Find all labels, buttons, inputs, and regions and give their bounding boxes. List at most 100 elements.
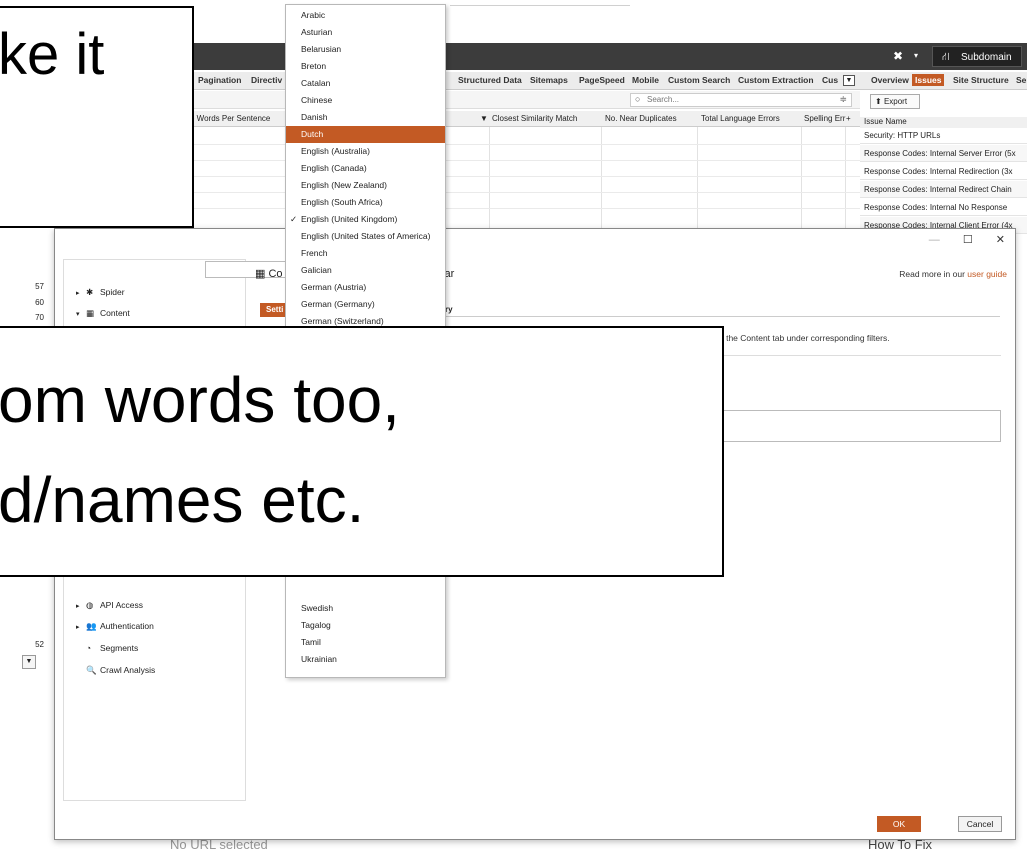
users-icon: 👥	[86, 621, 97, 631]
tab-mobile[interactable]: Mobile	[632, 75, 659, 85]
language-option[interactable]: Arabic	[286, 7, 445, 24]
cancel-button[interactable]: Cancel	[958, 816, 1002, 832]
search-input[interactable]	[647, 95, 827, 104]
tree-item-segments[interactable]: ◔ Segments	[76, 643, 138, 653]
globe-icon: ◍	[86, 600, 94, 610]
tree-item-content[interactable]: ▾ ▦ Content	[76, 308, 130, 319]
window-controls: — ☐ ✕	[909, 233, 1005, 246]
language-option-checked[interactable]: ✓ English (United Kingdom)	[286, 211, 445, 228]
search-icon: ○	[635, 94, 641, 104]
subdomain-button[interactable]: ⛙ Subdomain	[932, 46, 1022, 67]
user-guide-link[interactable]: user guide	[967, 269, 1007, 279]
tab-structured-data[interactable]: Structured Data	[458, 75, 522, 85]
tab-custom-extraction[interactable]: Custom Extraction	[738, 75, 814, 85]
cell-value: 60	[35, 298, 44, 307]
ok-button[interactable]: OK	[877, 816, 921, 832]
col-spelling-errors[interactable]: Spelling Err	[804, 114, 845, 123]
top-divider	[450, 5, 630, 6]
export-button[interactable]: ⬆ Export	[870, 94, 920, 109]
read-more-text: Read more in our	[899, 269, 965, 279]
tab-pagination[interactable]: Pagination	[198, 75, 241, 85]
collapse-icon[interactable]: ▾	[76, 310, 86, 318]
language-option[interactable]: Breton	[286, 58, 445, 75]
tab-site-structure[interactable]: Site Structure	[953, 75, 1009, 85]
tab-overview[interactable]: Overview	[871, 75, 909, 85]
minimize-icon[interactable]: —	[929, 234, 940, 246]
col-near-duplicates[interactable]: No. Near Duplicates	[605, 114, 677, 123]
language-option[interactable]: Belarusian	[286, 41, 445, 58]
tree-item-spider[interactable]: ▸ ✱ Spider	[76, 287, 125, 298]
language-option[interactable]: English (South Africa)	[286, 194, 445, 211]
tree-label: Spider	[100, 287, 125, 297]
col-language-errors[interactable]: Total Language Errors	[701, 114, 780, 123]
tree-label: Crawl Analysis	[100, 665, 156, 675]
tab-custom-search[interactable]: Custom Search	[668, 75, 730, 85]
tree-label: Content	[100, 308, 130, 318]
language-option[interactable]: Chinese	[286, 92, 445, 109]
filter-icon[interactable]: ≑	[839, 94, 847, 105]
tab-segments[interactable]: Se	[1016, 75, 1026, 85]
read-more: Read more in our user guide	[899, 269, 1007, 279]
subdomain-label: Subdomain	[961, 52, 1012, 63]
tab-sitemaps[interactable]: Sitemaps	[530, 75, 568, 85]
tab-issues[interactable]: Issues	[912, 74, 945, 86]
issue-row[interactable]: Response Codes: Internal Redirect Chain	[860, 181, 1027, 198]
language-option[interactable]: Galician	[286, 262, 445, 279]
table-icon: ▦	[86, 308, 95, 318]
tree-item-authentication[interactable]: ▸ 👥 Authentication	[76, 621, 154, 632]
info-text: n the Content tab under corresponding fi…	[719, 333, 890, 343]
tab-dictionary[interactable]: ry	[445, 303, 453, 317]
caption-text-line1: om words too,	[0, 364, 400, 436]
chevron-down-icon[interactable]: ▾	[914, 51, 918, 60]
language-option-selected[interactable]: Dutch	[286, 126, 445, 143]
tree-label: Authentication	[100, 621, 154, 631]
close-icon[interactable]: ✕	[996, 234, 1005, 246]
tree-item-api-access[interactable]: ▸ ◍ API Access	[76, 600, 143, 611]
search-box[interactable]: ○ ≑	[630, 93, 852, 107]
sort-icon[interactable]: ▼	[480, 114, 488, 123]
caption-text-line2: d/names etc.	[0, 464, 365, 536]
issue-row[interactable]: Response Codes: Internal Redirection (3x	[860, 163, 1027, 180]
sitemap-icon: ⛙	[942, 51, 950, 63]
language-option[interactable]: Tagalog	[286, 617, 445, 634]
language-option[interactable]: German (Austria)	[286, 279, 445, 296]
chevron-down-icon[interactable]: ▼	[22, 655, 36, 669]
language-option[interactable]: French	[286, 245, 445, 262]
caption-callout-top: ke it	[0, 6, 194, 228]
add-column-icon[interactable]: +	[846, 114, 851, 123]
language-option[interactable]: Danish	[286, 109, 445, 126]
tab-overflow-button[interactable]: ▼	[843, 75, 855, 86]
caption-text: ke it	[0, 22, 105, 87]
export-label: Export	[883, 97, 908, 106]
issue-row[interactable]: Response Codes: Internal Server Error (5…	[860, 145, 1027, 162]
language-option[interactable]: English (Canada)	[286, 160, 445, 177]
language-label: English (United Kingdom)	[301, 214, 398, 224]
dictionary-field[interactable]	[719, 410, 1001, 442]
tab-directives[interactable]: Directiv	[251, 75, 282, 85]
col-words-per-sentence[interactable]: e Words Per Sentence	[190, 114, 270, 123]
cell-value: 52	[35, 640, 44, 649]
tab-pagespeed[interactable]: PageSpeed	[579, 75, 625, 85]
issues-pane: ⬆ Export Issue Name Security: HTTP URLs …	[860, 91, 1027, 241]
issue-row[interactable]: Security: HTTP URLs	[860, 127, 1027, 144]
language-option[interactable]: English (United States of America)	[286, 228, 445, 245]
language-option[interactable]: Catalan	[286, 75, 445, 92]
tree-item-crawl-analysis[interactable]: 🔍 Crawl Analysis	[76, 665, 155, 676]
language-option[interactable]: Swedish	[286, 600, 445, 617]
expand-icon[interactable]: ▸	[76, 623, 86, 631]
close-icon[interactable]: ✖	[893, 49, 903, 63]
language-option[interactable]: Tamil	[286, 634, 445, 651]
language-option[interactable]: English (New Zealand)	[286, 177, 445, 194]
issue-row[interactable]: Response Codes: Internal No Response	[860, 199, 1027, 216]
cell-value: 57	[35, 282, 44, 291]
expand-icon[interactable]: ▸	[76, 289, 86, 297]
language-option[interactable]: Ukrainian	[286, 651, 445, 668]
language-option[interactable]: Asturian	[286, 24, 445, 41]
expand-icon[interactable]: ▸	[76, 602, 86, 610]
language-option[interactable]: German (Germany)	[286, 296, 445, 313]
col-closest-similarity[interactable]: Closest Similarity Match	[492, 114, 577, 123]
tab-custom-javascript[interactable]: Cus	[822, 75, 838, 85]
divider	[719, 355, 1001, 356]
language-option[interactable]: English (Australia)	[286, 143, 445, 160]
maximize-icon[interactable]: ☐	[963, 234, 973, 246]
